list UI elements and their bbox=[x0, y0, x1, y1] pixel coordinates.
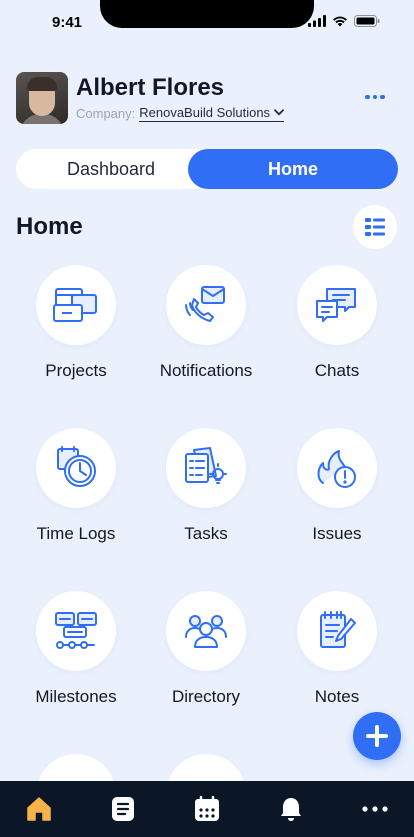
directory-icon bbox=[185, 615, 227, 648]
issues-icon bbox=[317, 450, 356, 488]
status-bar: 9:41 bbox=[0, 0, 414, 44]
section-title: Home bbox=[16, 213, 83, 240]
module-time-logs[interactable]: Time Logs bbox=[11, 428, 141, 548]
module-notes[interactable]: Notes bbox=[272, 591, 402, 711]
company-label: Company: bbox=[76, 106, 136, 121]
module-issues[interactable]: Issues bbox=[272, 428, 402, 548]
tab-bar-more[interactable] bbox=[357, 791, 393, 827]
wifi-icon bbox=[333, 16, 347, 27]
tab-home[interactable]: Home bbox=[188, 149, 398, 189]
module-directory[interactable]: Directory bbox=[141, 591, 271, 711]
tab-bar-home[interactable] bbox=[21, 791, 57, 827]
more-options-button[interactable] bbox=[364, 90, 386, 104]
notes-icon bbox=[320, 611, 356, 648]
add-button[interactable] bbox=[353, 712, 401, 760]
avatar[interactable] bbox=[16, 72, 68, 124]
module-label: Chats bbox=[314, 361, 360, 380]
module-icon-circle bbox=[166, 591, 246, 671]
list-view-toggle-button[interactable] bbox=[353, 205, 397, 249]
device-notch bbox=[100, 0, 314, 28]
tab-bar-notifications[interactable] bbox=[273, 791, 309, 827]
module-label: Notes bbox=[314, 687, 360, 706]
status-time: 9:41 bbox=[52, 14, 83, 31]
projects-icon bbox=[53, 288, 97, 322]
plus-icon bbox=[366, 725, 388, 747]
more-icon bbox=[362, 806, 388, 812]
module-icon-circle bbox=[297, 591, 377, 671]
tab-bar-documents[interactable] bbox=[105, 791, 141, 827]
notifications-icon bbox=[185, 286, 225, 322]
module-label: Directory bbox=[171, 687, 240, 706]
user-name: Albert Flores bbox=[76, 74, 225, 101]
company-row: Company: RenovaBuild Solutions bbox=[76, 105, 285, 122]
chats-icon bbox=[316, 288, 356, 322]
list-view-icon bbox=[365, 218, 385, 236]
chevron-down-icon bbox=[274, 109, 284, 116]
calendar-icon bbox=[195, 796, 219, 821]
module-milestones[interactable]: Milestones bbox=[11, 591, 141, 711]
module-icon-circle bbox=[166, 428, 246, 508]
module-label: Milestones bbox=[35, 687, 117, 706]
module-label: Notifications bbox=[159, 361, 253, 380]
status-icons bbox=[308, 15, 380, 27]
module-label: Issues bbox=[312, 524, 362, 543]
module-chats[interactable]: Chats bbox=[272, 265, 402, 385]
time-logs-icon bbox=[57, 446, 96, 487]
module-icon-circle bbox=[297, 265, 377, 345]
dot bbox=[380, 94, 385, 100]
bottom-tab-bar bbox=[0, 781, 414, 837]
module-icon-circle bbox=[36, 591, 116, 671]
module-icon-circle bbox=[36, 265, 116, 345]
signal-icon bbox=[308, 15, 326, 27]
dot bbox=[372, 94, 378, 100]
battery-icon bbox=[354, 15, 380, 27]
dot bbox=[365, 94, 370, 100]
module-tasks[interactable]: Tasks bbox=[141, 428, 271, 548]
tab-bar-calendar[interactable] bbox=[189, 791, 225, 827]
tab-dashboard[interactable]: Dashboard bbox=[16, 149, 206, 189]
profile-header: Albert Flores Company: RenovaBuild Solut… bbox=[16, 72, 398, 126]
view-switcher: Dashboard Home bbox=[16, 149, 398, 189]
module-icon-circle bbox=[166, 265, 246, 345]
documents-icon bbox=[112, 797, 134, 821]
tasks-icon bbox=[185, 447, 227, 484]
module-icon-circle bbox=[36, 428, 116, 508]
module-notifications[interactable]: Notifications bbox=[141, 265, 271, 385]
milestones-icon bbox=[55, 612, 97, 649]
bell-icon bbox=[281, 798, 301, 821]
module-label: Time Logs bbox=[36, 524, 116, 543]
module-label: Projects bbox=[45, 361, 107, 380]
home-icon bbox=[27, 797, 51, 821]
company-selector[interactable]: RenovaBuild Solutions bbox=[139, 105, 285, 122]
module-label: Tasks bbox=[184, 524, 228, 543]
company-name: RenovaBuild Solutions bbox=[139, 105, 271, 120]
module-projects[interactable]: Projects bbox=[11, 265, 141, 385]
module-icon-circle bbox=[297, 428, 377, 508]
